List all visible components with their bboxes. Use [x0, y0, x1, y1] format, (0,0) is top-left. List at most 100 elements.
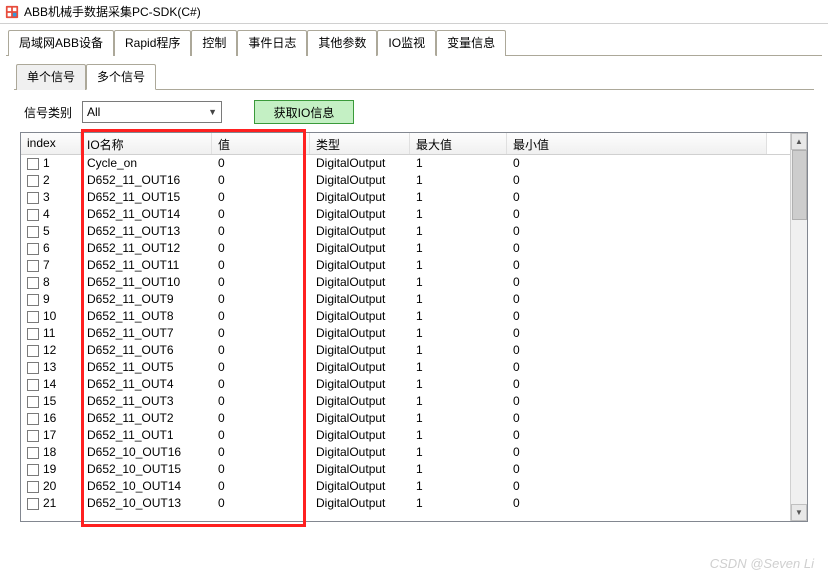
cell-min: 0 — [507, 206, 767, 223]
row-checkbox[interactable] — [27, 362, 39, 374]
cell-index: 11 — [21, 325, 81, 342]
cell-value: 0 — [212, 427, 310, 444]
main-tab-6[interactable]: 变量信息 — [436, 30, 506, 56]
row-checkbox[interactable] — [27, 158, 39, 170]
row-checkbox[interactable] — [27, 481, 39, 493]
scroll-down-icon[interactable]: ▼ — [791, 504, 807, 521]
cell-name: D652_11_OUT10 — [81, 274, 212, 291]
cell-name: D652_10_OUT15 — [81, 461, 212, 478]
cell-index: 13 — [21, 359, 81, 376]
row-checkbox[interactable] — [27, 464, 39, 476]
table-row[interactable]: 9D652_11_OUT90DigitalOutput10 — [21, 291, 807, 308]
row-checkbox[interactable] — [27, 192, 39, 204]
row-checkbox[interactable] — [27, 396, 39, 408]
table-row[interactable]: 10D652_11_OUT80DigitalOutput10 — [21, 308, 807, 325]
table-row[interactable]: 8D652_11_OUT100DigitalOutput10 — [21, 274, 807, 291]
table-row[interactable]: 20D652_10_OUT140DigitalOutput10 — [21, 478, 807, 495]
cell-index: 20 — [21, 478, 81, 495]
cell-type: DigitalOutput — [310, 172, 410, 189]
main-tab-5[interactable]: IO监视 — [377, 30, 436, 56]
vertical-scrollbar[interactable]: ▲ ▼ — [790, 133, 807, 521]
cell-name: D652_11_OUT15 — [81, 189, 212, 206]
cell-index: 4 — [21, 206, 81, 223]
col-header-max[interactable]: 最大值 — [410, 133, 507, 154]
row-checkbox[interactable] — [27, 294, 39, 306]
row-checkbox[interactable] — [27, 345, 39, 357]
row-checkbox[interactable] — [27, 226, 39, 238]
table-row[interactable]: 4D652_11_OUT140DigitalOutput10 — [21, 206, 807, 223]
row-checkbox[interactable] — [27, 328, 39, 340]
signal-category-select[interactable]: All ▼ — [82, 101, 222, 123]
main-tab-3[interactable]: 事件日志 — [237, 30, 307, 56]
table-row[interactable]: 3D652_11_OUT150DigitalOutput10 — [21, 189, 807, 206]
cell-type: DigitalOutput — [310, 206, 410, 223]
cell-max: 1 — [410, 308, 507, 325]
table-row[interactable]: 16D652_11_OUT20DigitalOutput10 — [21, 410, 807, 427]
cell-max: 1 — [410, 359, 507, 376]
cell-name: D652_11_OUT6 — [81, 342, 212, 359]
sub-tab-1[interactable]: 多个信号 — [86, 64, 156, 90]
cell-min: 0 — [507, 308, 767, 325]
row-checkbox[interactable] — [27, 447, 39, 459]
cell-index: 12 — [21, 342, 81, 359]
table-row[interactable]: 11D652_11_OUT70DigitalOutput10 — [21, 325, 807, 342]
table-row[interactable]: 2D652_11_OUT160DigitalOutput10 — [21, 172, 807, 189]
cell-name: D652_11_OUT9 — [81, 291, 212, 308]
cell-type: DigitalOutput — [310, 189, 410, 206]
table-row[interactable]: 5D652_11_OUT130DigitalOutput10 — [21, 223, 807, 240]
table-row[interactable]: 21D652_10_OUT130DigitalOutput10 — [21, 495, 807, 512]
cell-min: 0 — [507, 376, 767, 393]
table-row[interactable]: 1Cycle_on0DigitalOutput10 — [21, 155, 807, 172]
table-row[interactable]: 7D652_11_OUT110DigitalOutput10 — [21, 257, 807, 274]
cell-max: 1 — [410, 223, 507, 240]
scroll-thumb[interactable] — [792, 150, 807, 220]
cell-max: 1 — [410, 189, 507, 206]
col-header-value[interactable]: 值 — [212, 133, 310, 154]
cell-max: 1 — [410, 461, 507, 478]
row-checkbox[interactable] — [27, 277, 39, 289]
table-row[interactable]: 14D652_11_OUT40DigitalOutput10 — [21, 376, 807, 393]
col-header-name[interactable]: IO名称 — [81, 133, 212, 154]
cell-max: 1 — [410, 206, 507, 223]
row-checkbox[interactable] — [27, 498, 39, 510]
col-header-min[interactable]: 最小值 — [507, 133, 767, 154]
row-checkbox[interactable] — [27, 209, 39, 221]
sub-tab-0[interactable]: 单个信号 — [16, 64, 86, 90]
row-checkbox[interactable] — [27, 175, 39, 187]
cell-value: 0 — [212, 376, 310, 393]
row-checkbox[interactable] — [27, 260, 39, 272]
row-checkbox[interactable] — [27, 311, 39, 323]
table-row[interactable]: 6D652_11_OUT120DigitalOutput10 — [21, 240, 807, 257]
table-row[interactable]: 19D652_10_OUT150DigitalOutput10 — [21, 461, 807, 478]
cell-value: 0 — [212, 461, 310, 478]
table-row[interactable]: 15D652_11_OUT30DigitalOutput10 — [21, 393, 807, 410]
cell-value: 0 — [212, 444, 310, 461]
get-io-info-button[interactable]: 获取IO信息 — [254, 100, 354, 124]
row-checkbox[interactable] — [27, 413, 39, 425]
cell-max: 1 — [410, 410, 507, 427]
main-tab-4[interactable]: 其他参数 — [307, 30, 377, 56]
main-tab-1[interactable]: Rapid程序 — [114, 30, 191, 56]
cell-min: 0 — [507, 359, 767, 376]
table-row[interactable]: 12D652_11_OUT60DigitalOutput10 — [21, 342, 807, 359]
cell-min: 0 — [507, 495, 767, 512]
col-header-index[interactable]: index — [21, 133, 81, 154]
io-listview[interactable]: index IO名称 值 类型 最大值 最小值 1Cycle_on0Digita… — [21, 133, 807, 521]
cell-index: 9 — [21, 291, 81, 308]
table-row[interactable]: 13D652_11_OUT50DigitalOutput10 — [21, 359, 807, 376]
cell-type: DigitalOutput — [310, 308, 410, 325]
cell-index: 3 — [21, 189, 81, 206]
row-checkbox[interactable] — [27, 430, 39, 442]
scroll-up-icon[interactable]: ▲ — [791, 133, 807, 150]
row-checkbox[interactable] — [27, 379, 39, 391]
table-row[interactable]: 18D652_10_OUT160DigitalOutput10 — [21, 444, 807, 461]
col-header-type[interactable]: 类型 — [310, 133, 410, 154]
main-tab-2[interactable]: 控制 — [191, 30, 237, 56]
cell-index: 17 — [21, 427, 81, 444]
cell-max: 1 — [410, 257, 507, 274]
cell-value: 0 — [212, 223, 310, 240]
cell-value: 0 — [212, 478, 310, 495]
table-row[interactable]: 17D652_11_OUT10DigitalOutput10 — [21, 427, 807, 444]
main-tab-0[interactable]: 局域网ABB设备 — [8, 30, 114, 56]
row-checkbox[interactable] — [27, 243, 39, 255]
